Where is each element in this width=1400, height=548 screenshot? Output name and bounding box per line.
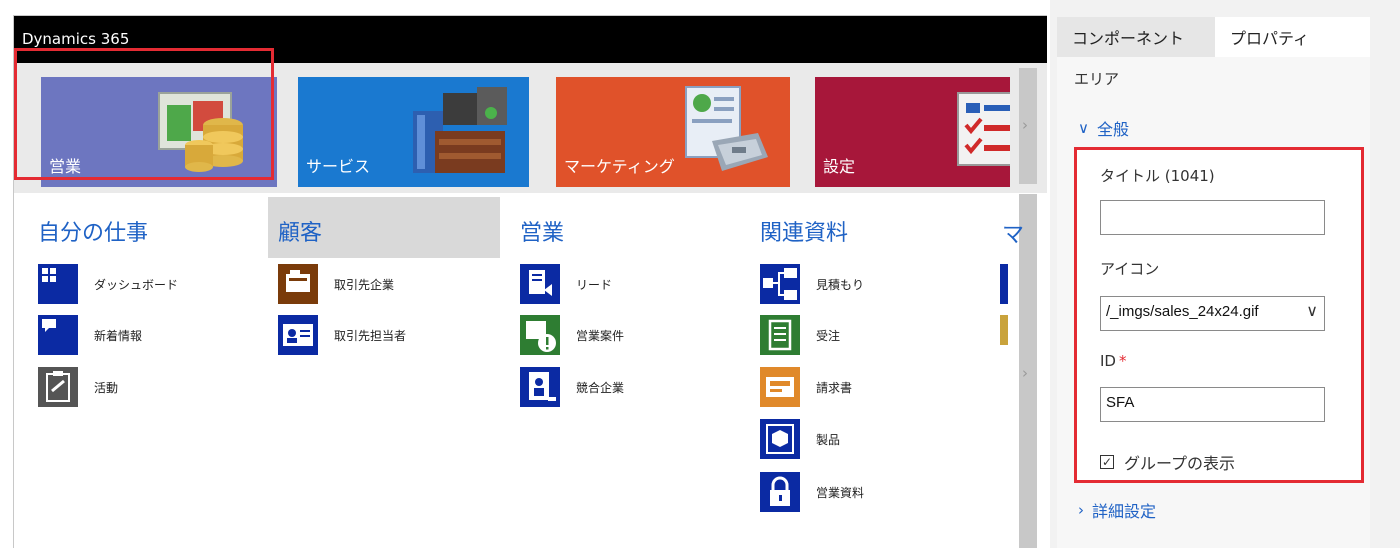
group-title: 自分の仕事 [38, 221, 149, 246]
subarea-label: 競合企業 [576, 380, 625, 395]
area-tile-label: サービス [306, 157, 371, 176]
required-mark: * [1118, 352, 1127, 370]
group-title: 関連資料 [760, 221, 849, 246]
group-title-cut: マ [1002, 223, 1025, 248]
tiles-scroll-right[interactable]: › [1019, 68, 1037, 184]
cut-item-icon [1000, 264, 1008, 304]
subarea-leads[interactable]: リード [520, 264, 612, 304]
lead-icon [520, 264, 560, 304]
area-tile-settings[interactable]: 設定 [815, 77, 1010, 187]
quote-flow-icon [760, 264, 800, 304]
show-groups-label: グループの表示 [1124, 454, 1236, 473]
subarea-label: 請求書 [816, 380, 853, 395]
service-area-icon [405, 83, 515, 183]
subarea-label: ダッシュボード [94, 277, 179, 292]
title-field-label: タイトル (1041) [1100, 167, 1215, 185]
subarea-label: 見積もり [816, 277, 865, 292]
group-collateral[interactable]: 関連資料 見積もり 受注 請求書 製品 営業資料 [750, 197, 990, 548]
app-titlebar: Dynamics 365 [14, 16, 1047, 63]
id-label-text: ID [1100, 352, 1116, 370]
id-input[interactable]: SFA [1100, 387, 1325, 422]
speech-bubble-icon [38, 315, 78, 355]
tab-components[interactable]: コンポーネント [1057, 17, 1215, 57]
subarea-sales-literature[interactable]: 営業資料 [760, 472, 864, 512]
panel-heading: エリア [1074, 70, 1120, 88]
group-title: 営業 [520, 221, 565, 246]
subarea-label: 取引先企業 [334, 277, 395, 292]
area-tile-service[interactable]: サービス [298, 77, 529, 187]
contact-card-icon [278, 315, 318, 355]
group-title: 顧客 [268, 197, 500, 258]
subarea-label: 活動 [94, 380, 119, 395]
lock-icon [760, 472, 800, 512]
subarea-label: 営業資料 [816, 485, 865, 500]
subarea-label: 営業案件 [576, 328, 625, 343]
subarea-dashboard[interactable]: ダッシュボード [38, 264, 178, 304]
section-advanced-toggle[interactable]: › 詳細設定 [1078, 498, 1156, 522]
competitor-icon [520, 367, 560, 407]
account-icon [278, 264, 318, 304]
opportunity-icon [520, 315, 560, 355]
marketing-area-icon [676, 83, 776, 183]
subarea-orders[interactable]: 受注 [760, 315, 840, 355]
chevron-right-icon: › [1022, 364, 1028, 382]
area-tile-sales[interactable]: 営業 [41, 77, 277, 187]
subarea-accounts[interactable]: 取引先企業 [278, 264, 394, 304]
subarea-products[interactable]: 製品 [760, 419, 840, 459]
group-my-work[interactable]: 自分の仕事 ダッシュボード 新着情報 活動 [28, 197, 268, 548]
chevron-down-icon: ∨ [1306, 303, 1318, 320]
area-tile-label: 営業 [49, 157, 82, 176]
subarea-whats-new[interactable]: 新着情報 [38, 315, 142, 355]
tab-properties[interactable]: プロパティ [1215, 17, 1370, 57]
icon-select-value: /_imgs/sales_24x24.gif [1106, 303, 1259, 320]
settings-area-icon [950, 83, 1010, 177]
dashboard-icon [38, 264, 78, 304]
sitemap-designer-canvas: Dynamics 365 営業 サービス マーケティング 設定 › › 自分の仕… [13, 15, 1047, 548]
subarea-quotes[interactable]: 見積もり [760, 264, 864, 304]
chevron-right-icon: › [1022, 116, 1028, 134]
group-customers[interactable]: 顧客 取引先企業 取引先担当者 [268, 197, 500, 548]
checkbox-checked-icon[interactable]: ✓ [1100, 455, 1114, 469]
chevron-right-icon: › [1078, 501, 1084, 519]
subarea-label: 新着情報 [94, 328, 143, 343]
group-sales[interactable]: 営業 リード 営業案件 競合企業 [510, 197, 750, 548]
subarea-label: リード [576, 277, 613, 292]
cut-item-icon [1000, 315, 1008, 345]
show-groups-checkbox-row[interactable]: ✓ グループの表示 [1100, 450, 1235, 474]
subarea-label: 製品 [816, 432, 841, 447]
subarea-label: 取引先担当者 [334, 328, 407, 343]
subarea-competitors[interactable]: 競合企業 [520, 367, 624, 407]
subarea-invoices[interactable]: 請求書 [760, 367, 852, 407]
icon-select[interactable]: /_imgs/sales_24x24.gif ∨ [1100, 296, 1325, 331]
icon-field-label: アイコン [1100, 260, 1160, 278]
area-tile-label: 設定 [823, 157, 856, 176]
panel-tabs: コンポーネント プロパティ [1057, 17, 1370, 57]
area-tile-marketing[interactable]: マーケティング [556, 77, 790, 187]
title-input[interactable] [1100, 200, 1325, 235]
id-field-label: ID * [1100, 352, 1126, 370]
subarea-activities[interactable]: 活動 [38, 367, 118, 407]
section-title: 全般 [1096, 120, 1129, 139]
section-title: 詳細設定 [1092, 502, 1157, 521]
subarea-label: 受注 [816, 328, 841, 343]
group-columns: 自分の仕事 ダッシュボード 新着情報 活動 顧客 取引先企業 取引先担当者 営業… [14, 197, 1024, 548]
order-icon [760, 315, 800, 355]
invoice-icon [760, 367, 800, 407]
product-box-icon [760, 419, 800, 459]
sales-area-icon [153, 83, 263, 177]
area-tiles: 営業 サービス マーケティング 設定 [14, 63, 1047, 193]
area-tile-label: マーケティング [564, 157, 675, 176]
subarea-opportunities[interactable]: 営業案件 [520, 315, 624, 355]
subarea-contacts[interactable]: 取引先担当者 [278, 315, 406, 355]
app-title: Dynamics 365 [22, 30, 130, 48]
clipboard-icon [38, 367, 78, 407]
chevron-down-icon: ∨ [1078, 119, 1089, 137]
section-general-toggle[interactable]: ∨ 全般 [1078, 116, 1129, 140]
